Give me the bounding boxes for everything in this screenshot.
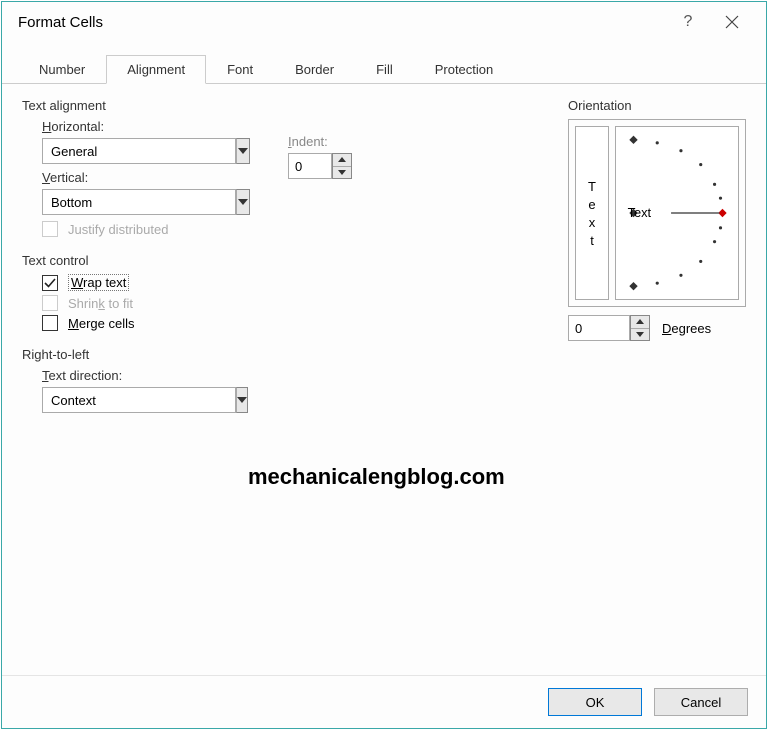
watermark-text: mechanicalengblog.com xyxy=(248,464,505,490)
content-area: Text alignment Horizontal: Vertical: xyxy=(2,84,766,675)
horizontal-combo[interactable] xyxy=(42,138,250,164)
chevron-down-icon[interactable] xyxy=(236,189,250,215)
orientation-box: T e x t xyxy=(568,119,746,307)
help-icon[interactable]: ? xyxy=(666,7,710,37)
tab-font[interactable]: Font xyxy=(206,55,274,84)
text-alignment-legend: Text alignment xyxy=(22,98,402,113)
wrap-text-checkbox[interactable] xyxy=(42,275,58,291)
orientation-group: Orientation T e x t xyxy=(568,98,746,341)
indent-label: Indent: xyxy=(288,134,358,149)
shrink-to-fit-checkbox xyxy=(42,295,58,311)
text-direction-combo[interactable] xyxy=(42,387,172,413)
orientation-dial[interactable]: Text xyxy=(615,126,739,300)
chevron-down-icon[interactable] xyxy=(236,387,248,413)
rtl-legend: Right-to-left xyxy=(22,347,402,362)
dialog-footer: OK Cancel xyxy=(2,675,766,728)
text-direction-label: Text direction: xyxy=(42,368,402,383)
shrink-to-fit-row: Shrink to fit xyxy=(42,295,402,311)
vertical-combo[interactable] xyxy=(42,189,250,215)
spin-down-icon[interactable] xyxy=(631,329,649,341)
justify-distributed-row: Justify distributed xyxy=(42,221,402,237)
merge-cells-row[interactable]: Merge cells xyxy=(42,315,402,331)
tab-protection[interactable]: Protection xyxy=(414,55,515,84)
indent-spinbox[interactable] xyxy=(288,153,358,179)
degrees-value[interactable] xyxy=(568,315,630,341)
shrink-to-fit-label: Shrink to fit xyxy=(68,296,133,311)
spin-up-icon[interactable] xyxy=(631,316,649,329)
justify-distributed-checkbox xyxy=(42,221,58,237)
indent-block: Indent: xyxy=(288,128,358,179)
cancel-button[interactable]: Cancel xyxy=(654,688,748,716)
tab-alignment[interactable]: Alignment xyxy=(106,55,206,84)
indent-value[interactable] xyxy=(288,153,332,179)
text-control-legend: Text control xyxy=(22,253,402,268)
degrees-spin-buttons[interactable] xyxy=(630,315,650,341)
tab-border[interactable]: Border xyxy=(274,55,355,84)
wrap-text-row[interactable]: Wrap text xyxy=(42,274,402,291)
svg-text:Text: Text xyxy=(628,205,652,220)
orientation-degrees-row: Degrees xyxy=(568,315,746,341)
wrap-text-label: Wrap text xyxy=(68,274,129,291)
spin-down-icon[interactable] xyxy=(333,167,351,179)
tab-fill[interactable]: Fill xyxy=(355,55,414,84)
rtl-group: Right-to-left Text direction: xyxy=(22,347,402,419)
tab-number[interactable]: Number xyxy=(18,55,106,84)
titlebar: Format Cells ? xyxy=(2,2,766,42)
dialog-title: Format Cells xyxy=(18,14,666,31)
merge-cells-label: Merge cells xyxy=(68,316,134,331)
text-direction-value[interactable] xyxy=(42,387,236,413)
ok-button[interactable]: OK xyxy=(548,688,642,716)
indent-spin-buttons[interactable] xyxy=(332,153,352,179)
vertical-value[interactable] xyxy=(42,189,236,215)
spin-up-icon[interactable] xyxy=(333,154,351,167)
tab-bar: Number Alignment Font Border Fill Protec… xyxy=(2,54,766,84)
merge-cells-checkbox[interactable] xyxy=(42,315,58,331)
chevron-down-icon[interactable] xyxy=(236,138,250,164)
degrees-spinbox[interactable] xyxy=(568,315,656,341)
orientation-vertical-text[interactable]: T e x t xyxy=(575,126,609,300)
format-cells-dialog: Format Cells ? Number Alignment Font Bor… xyxy=(1,1,767,729)
degrees-label: Degrees xyxy=(662,321,711,336)
text-control-group: Text control Wrap text Shrink to fit Mer… xyxy=(22,253,402,335)
horizontal-value[interactable] xyxy=(42,138,236,164)
text-alignment-group: Text alignment Horizontal: Vertical: xyxy=(22,98,402,241)
orientation-legend: Orientation xyxy=(568,98,746,113)
close-icon[interactable] xyxy=(710,7,754,37)
justify-distributed-label: Justify distributed xyxy=(68,222,168,237)
